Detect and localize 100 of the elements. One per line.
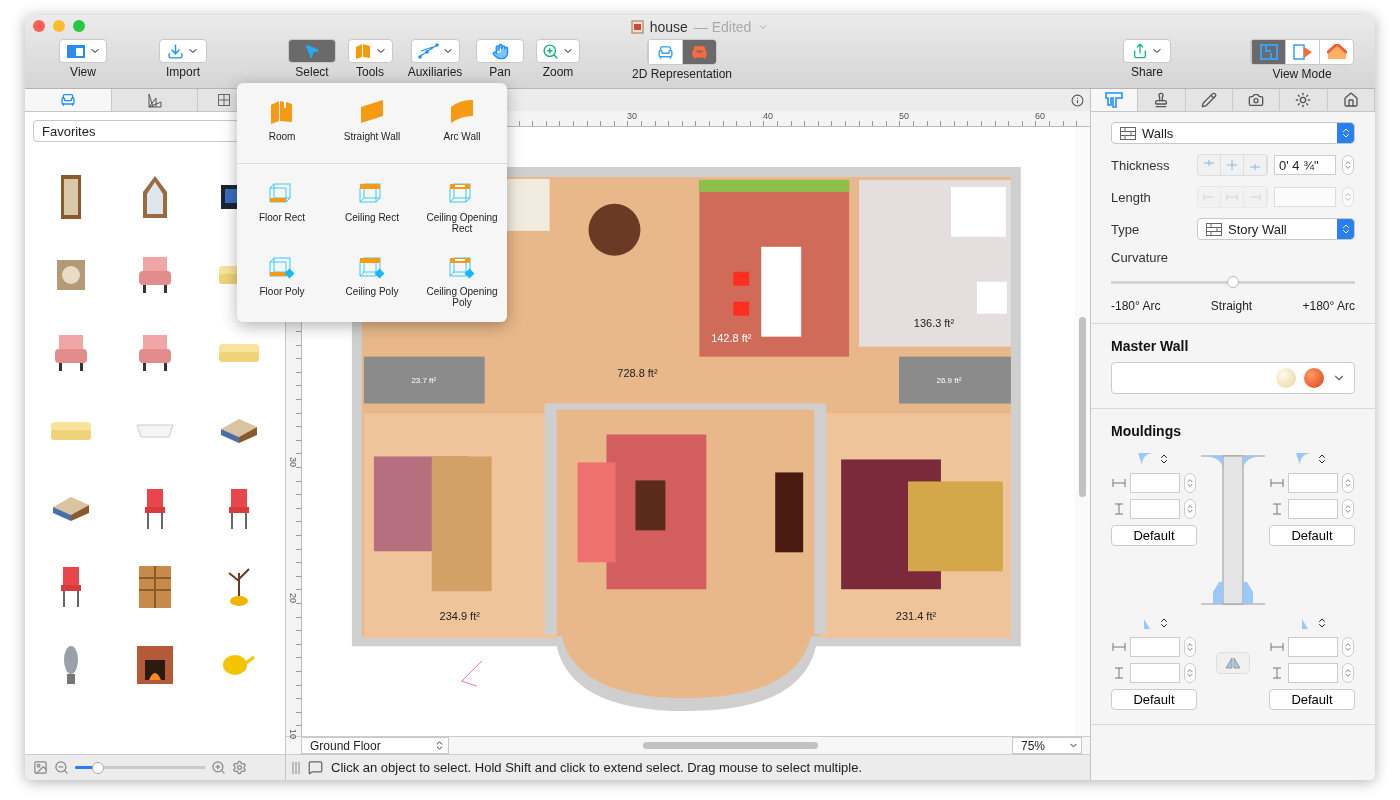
field-label: Thickness bbox=[1111, 157, 1171, 173]
toolbar-button[interactable] bbox=[410, 39, 460, 63]
size-field[interactable] bbox=[1130, 663, 1180, 683]
handle-icon bbox=[292, 760, 300, 775]
stamp-icon bbox=[1153, 92, 1170, 108]
tool-item[interactable]: Ceiling Opening Poly bbox=[417, 248, 507, 312]
tool-item[interactable]: Straight Wall bbox=[327, 93, 417, 153]
pointer-icon bbox=[304, 43, 320, 59]
ruler-label: 40 bbox=[763, 111, 773, 121]
inspector-tab[interactable] bbox=[1091, 89, 1139, 111]
size-field[interactable] bbox=[1130, 473, 1180, 493]
stepper[interactable] bbox=[1184, 473, 1196, 493]
align-icon bbox=[1248, 191, 1262, 203]
size-field[interactable] bbox=[1130, 637, 1180, 657]
settings-icon[interactable] bbox=[232, 760, 247, 775]
image-icon[interactable] bbox=[33, 760, 48, 775]
toolbar-label: 2D Representation bbox=[631, 67, 733, 81]
align-icon bbox=[1225, 159, 1239, 171]
armchair-icon bbox=[657, 43, 674, 61]
toolbar-button[interactable] bbox=[288, 39, 336, 63]
size-field[interactable] bbox=[1288, 473, 1338, 493]
updown-icon bbox=[1343, 668, 1353, 678]
zoom-select[interactable]: 75% bbox=[1012, 737, 1082, 754]
tool-item[interactable]: Ceiling Poly bbox=[327, 248, 417, 312]
toolbar-button[interactable] bbox=[159, 39, 207, 63]
plant-icon bbox=[228, 568, 250, 606]
toolbar-button[interactable] bbox=[536, 39, 580, 63]
clock-icon bbox=[57, 260, 85, 290]
hand-icon bbox=[491, 42, 509, 60]
segment-button[interactable] bbox=[1251, 40, 1285, 64]
sofa-icon bbox=[51, 422, 91, 440]
toolbar-button[interactable] bbox=[59, 39, 107, 63]
material-swatch bbox=[1276, 368, 1296, 388]
camera-icon bbox=[1248, 92, 1265, 108]
close-button[interactable] bbox=[33, 20, 45, 32]
stepper[interactable] bbox=[1184, 637, 1196, 657]
share-icon bbox=[1131, 43, 1148, 59]
default-button[interactable]: Default bbox=[1111, 689, 1197, 710]
stepper[interactable] bbox=[1342, 155, 1354, 175]
tool-item[interactable]: Ceiling Rect bbox=[327, 174, 417, 238]
zoom-in-icon[interactable] bbox=[211, 760, 226, 775]
toolbar-button[interactable] bbox=[347, 39, 393, 63]
segment-button[interactable] bbox=[1285, 40, 1319, 64]
slider-thumb[interactable] bbox=[1227, 276, 1239, 288]
segment-button[interactable] bbox=[682, 40, 716, 64]
slider-thumb[interactable] bbox=[92, 761, 105, 774]
scrollbar-thumb[interactable] bbox=[1079, 317, 1086, 497]
default-button[interactable]: Default bbox=[1111, 525, 1197, 546]
stepper[interactable] bbox=[1342, 663, 1354, 683]
stepper[interactable] bbox=[1342, 187, 1354, 207]
updown-icon[interactable] bbox=[1158, 617, 1170, 629]
flip-button[interactable] bbox=[1216, 651, 1250, 674]
updown-icon bbox=[1185, 504, 1195, 514]
zoom-button[interactable] bbox=[73, 20, 85, 32]
library-tab[interactable] bbox=[25, 89, 112, 111]
zoom-out-icon[interactable] bbox=[54, 760, 69, 775]
info-icon[interactable] bbox=[1071, 93, 1084, 107]
ruler-label: 60 bbox=[1035, 111, 1045, 121]
updown-icon[interactable] bbox=[1158, 453, 1170, 465]
segment-button[interactable] bbox=[648, 40, 682, 64]
default-button[interactable]: Default bbox=[1269, 525, 1355, 546]
type-select[interactable]: Story Wall bbox=[1197, 218, 1355, 240]
tool-item[interactable]: Floor Poly bbox=[237, 248, 327, 312]
size-field[interactable] bbox=[1130, 499, 1180, 519]
ruler-label: 10 bbox=[288, 729, 298, 739]
floor-select[interactable]: Ground Floor bbox=[301, 737, 449, 754]
size-field[interactable] bbox=[1288, 499, 1338, 519]
curved-wall-icon bbox=[448, 97, 476, 125]
stepper[interactable] bbox=[1184, 663, 1196, 683]
share-button[interactable] bbox=[1123, 39, 1171, 63]
size-field[interactable] bbox=[1288, 663, 1338, 683]
segment-button[interactable] bbox=[1319, 40, 1353, 64]
stepper[interactable] bbox=[1342, 499, 1354, 519]
tool-item[interactable]: Ceiling Opening Rect bbox=[417, 174, 507, 238]
toolbar-button[interactable] bbox=[476, 39, 524, 63]
alignment-buttons[interactable] bbox=[1197, 154, 1268, 176]
updown-icon[interactable] bbox=[1316, 617, 1328, 629]
ruler-label: 30 bbox=[288, 457, 298, 467]
value-field[interactable]: 0' 4 ¾" bbox=[1274, 155, 1336, 175]
stepper[interactable] bbox=[1342, 637, 1354, 657]
scrollbar-thumb[interactable] bbox=[643, 742, 818, 749]
value-field[interactable] bbox=[1274, 187, 1336, 207]
object-select[interactable]: Walls bbox=[1111, 122, 1355, 144]
swatch-fan-icon bbox=[146, 92, 163, 108]
sofa-icon bbox=[219, 344, 259, 362]
tool-item[interactable]: Floor Rect bbox=[237, 174, 327, 238]
stepper[interactable] bbox=[1184, 499, 1196, 519]
size-field[interactable] bbox=[1288, 637, 1338, 657]
stepper[interactable] bbox=[1342, 473, 1354, 493]
document-status: — Edited bbox=[693, 19, 752, 35]
default-button[interactable]: Default bbox=[1269, 689, 1355, 710]
updown-icon[interactable] bbox=[1316, 453, 1328, 465]
minimize-button[interactable] bbox=[53, 20, 65, 32]
tool-item[interactable]: Arc Wall bbox=[417, 93, 507, 153]
toolbar-label: Zoom bbox=[542, 65, 574, 79]
sun-icon bbox=[1295, 92, 1312, 108]
updown-icon bbox=[1343, 160, 1353, 170]
master-wall-select[interactable] bbox=[1111, 362, 1355, 394]
document-icon bbox=[630, 20, 644, 34]
chair-icon bbox=[145, 489, 165, 529]
